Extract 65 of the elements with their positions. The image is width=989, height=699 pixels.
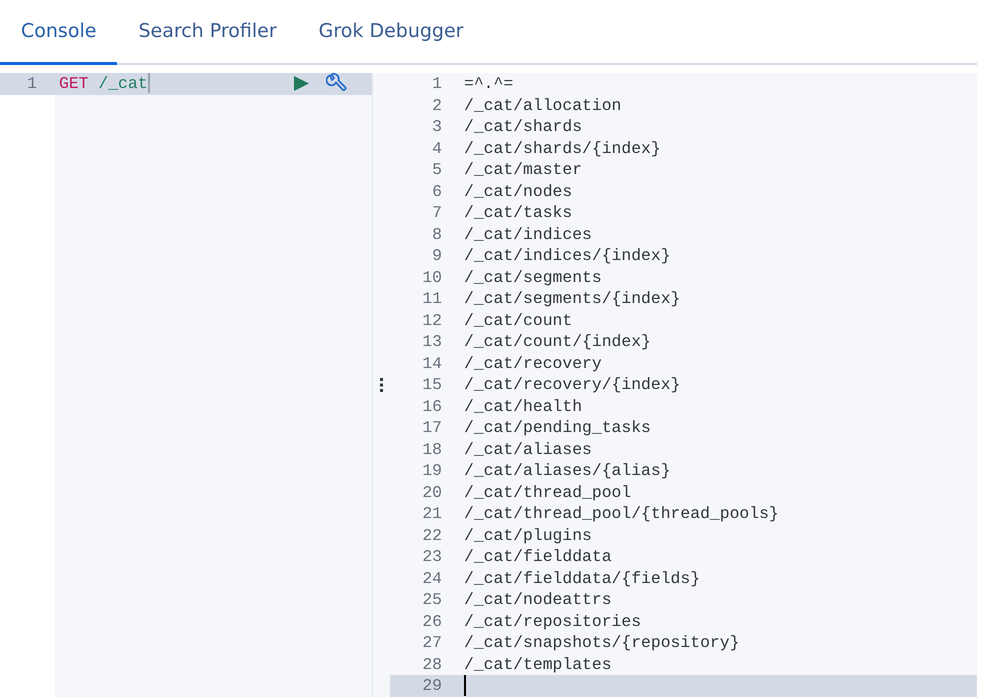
- code-line: /_cat/tasks: [464, 203, 572, 222]
- code-line: /_cat/thread_pool: [464, 482, 632, 502]
- line-number: 24: [422, 568, 442, 588]
- line-number: 2: [432, 96, 442, 114]
- line-number: 18: [422, 440, 442, 458]
- text-cursor: [464, 675, 466, 696]
- line-number: 1: [432, 74, 442, 93]
- line-number: 26: [422, 612, 442, 630]
- line-number: 16: [422, 396, 442, 416]
- play-icon[interactable]: [293, 75, 310, 92]
- line-number: 5: [432, 160, 442, 179]
- code-line: /_cat/templates: [464, 654, 612, 674]
- resize-handle-icon[interactable]: [380, 377, 384, 393]
- code-line: /_cat/pending_tasks: [464, 418, 651, 437]
- code-line: /_cat/indices/{index}: [464, 246, 671, 265]
- line-number: 6: [432, 182, 442, 200]
- line-number: 25: [422, 590, 442, 609]
- tab[interactable]: Search Profiler: [117, 0, 298, 65]
- code-line: /_cat/fielddata/{fields}: [464, 568, 700, 588]
- code-line: /_cat/health: [464, 396, 582, 416]
- line-number: 23: [422, 547, 442, 566]
- code-line: /_cat/aliases/{alias}: [464, 461, 671, 480]
- code-line: /_cat/count/{index}: [464, 332, 651, 351]
- line-number: 13: [422, 332, 442, 351]
- code-line: /_cat/aliases: [464, 440, 592, 458]
- code-line: /_cat/nodeattrs: [464, 590, 612, 609]
- code-line: /_cat/indices: [464, 224, 592, 244]
- code-line: =^.^=: [464, 74, 514, 93]
- line-number: 21: [422, 504, 442, 523]
- line-number: 11: [422, 289, 442, 308]
- line-number: 22: [422, 526, 442, 544]
- line-number: 4: [432, 138, 442, 158]
- code-line: /_cat/recovery/{index}: [464, 375, 680, 394]
- code-line: /_cat/master: [464, 160, 582, 179]
- code-line: /_cat/thread_pool/{thread_pools}: [464, 504, 779, 523]
- line-number: 9: [432, 246, 442, 265]
- line-number: 17: [422, 418, 442, 437]
- code-line: GET /_cat: [58, 73, 150, 94]
- code-line: /_cat/shards: [464, 117, 582, 136]
- line-number: 20: [422, 482, 442, 502]
- line-number: 29: [422, 676, 442, 695]
- tab[interactable]: Grok Debugger: [298, 0, 484, 65]
- line-number: 7: [432, 203, 442, 222]
- code-line: /_cat/segments: [464, 268, 602, 286]
- code-line: /_cat/nodes: [464, 182, 572, 200]
- line-number: 27: [422, 633, 442, 652]
- code-line: /_cat/shards/{index}: [464, 138, 661, 158]
- line-number: 10: [422, 268, 442, 286]
- code-line: /_cat/count: [464, 310, 572, 330]
- code-line: /_cat/plugins: [464, 526, 592, 544]
- code-line: /_cat/allocation: [464, 96, 622, 114]
- line-number: 19: [422, 461, 442, 480]
- line-number: 12: [422, 310, 442, 330]
- line-number: 3: [432, 117, 442, 136]
- line-number: 28: [422, 654, 442, 674]
- code-line: /_cat/fielddata: [464, 547, 612, 566]
- code-line: /_cat/recovery: [464, 354, 602, 372]
- code-line: /_cat/segments/{index}: [464, 289, 680, 308]
- line-number: 8: [432, 224, 442, 244]
- line-number: 14: [422, 354, 442, 372]
- line-number: 1: [27, 74, 37, 93]
- code-line: /_cat/repositories: [464, 612, 642, 630]
- code-line: /_cat/snapshots/{repository}: [464, 633, 740, 652]
- tab[interactable]: Console: [0, 0, 118, 65]
- line-number: 15: [422, 375, 442, 394]
